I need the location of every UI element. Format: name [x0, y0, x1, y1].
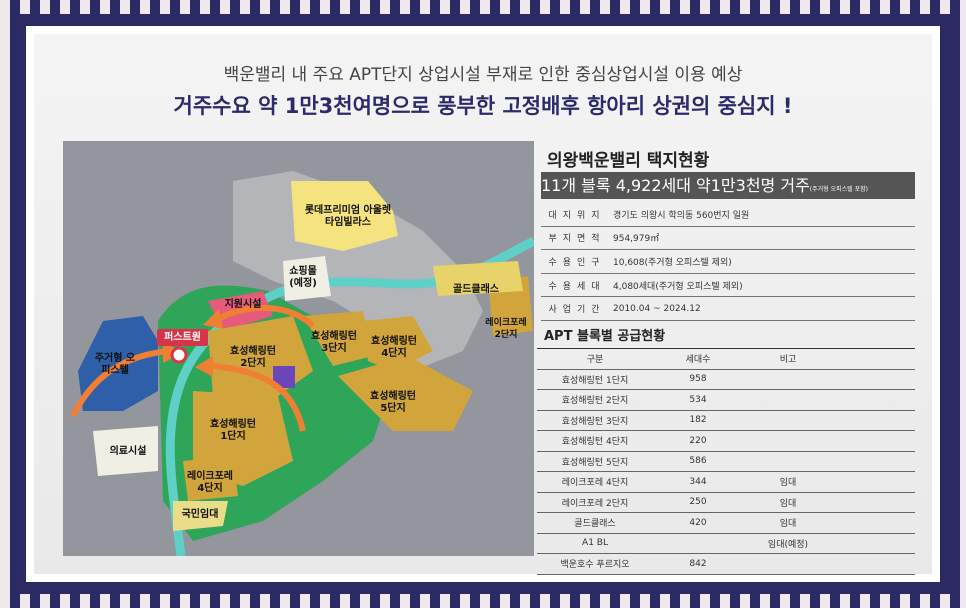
map-label-lotte: 롯데프리미엄 아울렛 타임빌라스	[304, 205, 392, 228]
cell-note: 임대	[779, 478, 797, 489]
map-label-support: 지원시설	[224, 299, 262, 310]
map-label-lakeforet4: 레이크포레 4단지	[187, 471, 233, 494]
cell-count: 182	[689, 415, 707, 426]
map-label-hs1: 효성해링턴 1단지	[210, 419, 256, 442]
map-label-national: 국민임대	[181, 509, 219, 520]
cell-count: 842	[689, 558, 707, 569]
summary-table: 대지위지 경기도 의왕시 학의동 560번지 일원 부지면적 954,979㎡ 수용…	[541, 203, 915, 321]
info-row: 대지위지 경기도 의왕시 학의동 560번지 일원	[541, 203, 915, 227]
cell-name: 레이크포레 4단지	[561, 478, 629, 489]
info-row: 부지면적 954,979㎡	[541, 227, 915, 251]
table-row: 효성해링턴 3단지 182	[537, 411, 915, 431]
site-map: 롯데프리미엄 아울렛 타임빌라스 쇼핑몰 (예정) 지원시설 골드클래스 레이크…	[63, 141, 534, 556]
table-row: 골드클래스 420 임대	[537, 513, 915, 534]
cell-count: 586	[689, 456, 707, 467]
summary-banner: 11개 블록 4,922세대 약1만3천명 거주(주거형 오피스텔 포함)	[541, 172, 915, 199]
table-row: 효성해링턴 2단지 534	[537, 390, 915, 411]
header-category: 구분	[586, 355, 604, 366]
table-row: 효성해링턴 1단지 958	[537, 370, 915, 390]
cell-name: 레이크포레 2단지	[561, 498, 629, 509]
cell-count: 220	[689, 435, 707, 446]
map-label-hs5: 효성해링턴 5단지	[370, 391, 416, 414]
map-label-lakeforet2: 레이크포레 2단지	[485, 318, 527, 340]
map-label-residential: 주거형 오 피스텔	[94, 353, 136, 376]
info-value: 2010.04 ~ 2024.12	[613, 303, 701, 314]
cell-note: 임대(예정)	[767, 539, 809, 550]
table-row: 레이크포레 2단지 250 임대	[537, 493, 915, 513]
table-row: 효성해링턴 5단지 586	[537, 452, 915, 472]
header-households: 세대수	[685, 355, 711, 366]
banner-note: (주거형 오피스텔 포함)	[809, 186, 868, 193]
summary-title: 의왕백운밸리 택지현황	[547, 151, 710, 171]
info-value: 10,608(주거형 오피스텔 제외)	[613, 257, 732, 268]
cell-count: 344	[689, 476, 707, 487]
table-header: 구분 세대수 비고	[537, 348, 915, 370]
cell-note: 임대	[779, 498, 797, 509]
cell-name: 효성해링턴 4단지	[561, 437, 629, 448]
cell-name: 효성해링턴 5단지	[561, 457, 629, 468]
cell-name: 백운호수 푸르지오	[560, 560, 630, 571]
headline-subtitle: 백운밸리 내 주요 APT단지 상업시설 부재로 인한 중심상업시설 이용 예상	[223, 65, 743, 85]
table-row: 레이크포레 4단지 344 임대	[537, 472, 915, 493]
info-key: 사업기간	[548, 305, 606, 316]
table-row: A1 BL 임대(예정)	[537, 534, 915, 554]
headline-title: 거주수요 약 1만3천여명으로 풍부한 고정배후 항아리 상권의 중심지 !	[173, 94, 793, 118]
cell-name: 효성해링턴 1단지	[561, 375, 629, 386]
map-label-medical: 의료시설	[109, 446, 147, 457]
info-key: 수용인구	[548, 257, 606, 268]
cell-count: 958	[689, 374, 707, 385]
map-label-goldclass: 골드클래스	[453, 284, 499, 295]
first-one-marker: 퍼스트원	[157, 329, 208, 346]
info-value: 4,080세대(주거형 오피스텔 제외)	[613, 281, 743, 292]
table-row: 효성해링턴 4단지 220	[537, 431, 915, 452]
info-key: 대지위지	[548, 210, 606, 221]
info-key: 수용세대	[548, 281, 606, 292]
cell-note: 임대	[779, 519, 797, 530]
supply-table: 구분 세대수 비고 효성해링턴 1단지 958 효성해링턴 2단지 534 효성해링…	[537, 348, 915, 575]
cell-name: 효성해링턴 2단지	[561, 396, 629, 407]
info-value: 954,979㎡	[613, 234, 660, 245]
map-label-hs3: 효성해링턴 3단지	[311, 331, 357, 354]
cell-name: 효성해링턴 3단지	[561, 416, 629, 427]
cell-count: 420	[689, 517, 707, 528]
map-label-hs2: 효성해링턴 2단지	[230, 346, 276, 369]
info-row: 수용인구 10,608(주거형 오피스텔 제외)	[541, 250, 915, 274]
map-label-shopping: 쇼핑몰 (예정)	[289, 266, 317, 289]
table-row: 백운호수 푸르지오 842	[537, 554, 915, 575]
info-key: 부지면적	[548, 234, 606, 245]
cell-name: 골드클래스	[574, 519, 616, 530]
info-row: 사업기간 2010.04 ~ 2024.12	[541, 297, 915, 321]
map-graphic	[63, 141, 534, 556]
header-note: 비고	[779, 355, 797, 366]
info-value: 경기도 의왕시 학의동 560번지 일원	[613, 210, 750, 221]
banner-main: 11개 블록 4,922세대 약1만3천명 거주	[541, 176, 810, 195]
cell-count: 534	[689, 394, 707, 405]
map-label-hs4: 효성해링턴 4단지	[371, 336, 417, 359]
cell-count: 250	[689, 497, 707, 508]
cell-name: A1 BL	[582, 538, 608, 549]
info-row: 수용세대 4,080세대(주거형 오피스텔 제외)	[541, 274, 915, 298]
supply-title: APT 블록별 공급현황	[544, 329, 666, 344]
